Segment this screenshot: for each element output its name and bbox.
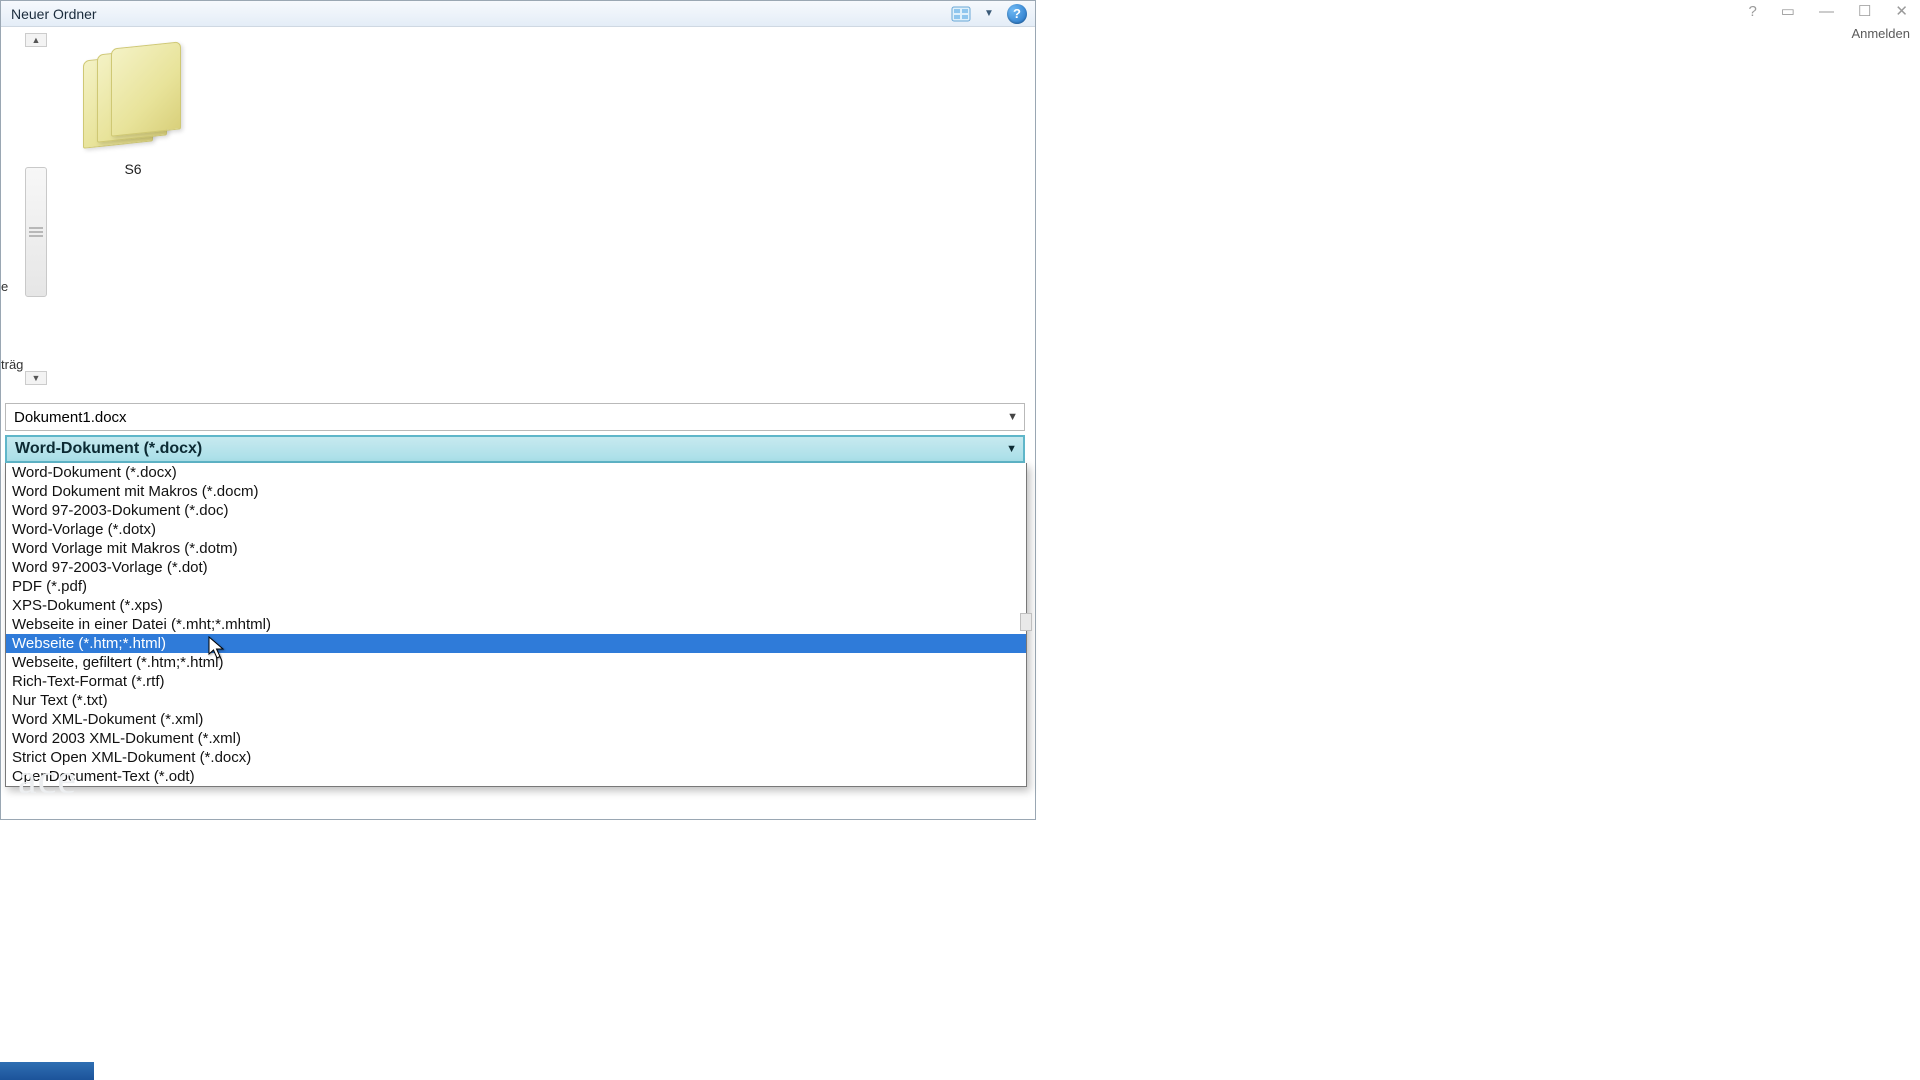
filetype-selected: Word-Dokument (*.docx) xyxy=(15,440,202,458)
chevron-down-icon: ▼ xyxy=(1006,443,1017,455)
chevron-down-icon: ▼ xyxy=(984,8,994,19)
signin-link[interactable]: Anmelden xyxy=(1851,26,1910,41)
folder-label: S6 xyxy=(63,161,203,177)
filetype-option[interactable]: Word 97-2003-Dokument (*.doc) xyxy=(6,501,1026,520)
filetype-option[interactable]: Nur Text (*.txt) xyxy=(6,691,1026,710)
window-title: Neuer Ordner xyxy=(11,6,945,22)
scroll-up-button[interactable]: ▲ xyxy=(25,33,47,47)
filetype-option[interactable]: PDF (*.pdf) xyxy=(6,577,1026,596)
parent-minimize-icon[interactable]: — xyxy=(1819,3,1840,20)
filetype-option[interactable]: Word-Dokument (*.docx) xyxy=(6,463,1026,482)
filetype-option[interactable]: Rich-Text-Format (*.rtf) xyxy=(6,672,1026,691)
parent-maximize-icon[interactable]: ☐ xyxy=(1858,2,1877,20)
file-list-pane[interactable]: ▲ ▼ e träg S6 xyxy=(1,27,1035,397)
truncated-nav-text-2: träg xyxy=(1,357,23,372)
scrollbar-grip-icon xyxy=(29,227,43,241)
parent-help-icon[interactable]: ? xyxy=(1748,3,1762,20)
scroll-down-button[interactable]: ▼ xyxy=(25,371,47,385)
truncated-nav-text: e xyxy=(1,279,8,294)
filetype-dropdown[interactable]: Word-Dokument (*.docx)Word Dokument mit … xyxy=(5,463,1027,787)
change-view-button[interactable] xyxy=(949,4,973,24)
parent-window-controls: ? ▭ — ☐ ✕ xyxy=(1748,2,1914,20)
help-icon: ? xyxy=(1007,4,1027,24)
views-icon xyxy=(951,6,971,22)
filetype-option[interactable]: Word 2003 XML-Dokument (*.xml) xyxy=(6,729,1026,748)
filetype-option[interactable]: Webseite (*.htm;*.html) xyxy=(6,634,1026,653)
filetype-option[interactable]: Strict Open XML-Dokument (*.docx) xyxy=(6,748,1026,767)
filename-value: Dokument1.docx xyxy=(14,409,127,426)
filetype-option[interactable]: Webseite in einer Datei (*.mht;*.mhtml) xyxy=(6,615,1026,634)
folder-icon xyxy=(83,45,183,155)
folder-item[interactable]: S6 xyxy=(63,45,203,177)
filetype-option[interactable]: Word Dokument mit Makros (*.docm) xyxy=(6,482,1026,501)
filetype-combobox[interactable]: Word-Dokument (*.docx) ▼ xyxy=(5,435,1025,463)
filetype-option[interactable]: Word Vorlage mit Makros (*.dotm) xyxy=(6,539,1026,558)
filetype-option[interactable]: Word 97-2003-Vorlage (*.dot) xyxy=(6,558,1026,577)
filetype-option[interactable]: Webseite, gefiltert (*.htm;*.html) xyxy=(6,653,1026,672)
save-as-dialog: Neuer Ordner ▼ ? ▲ ▼ e träg xyxy=(0,0,1036,820)
filetype-option[interactable]: Word-Vorlage (*.dotx) xyxy=(6,520,1026,539)
filetype-option[interactable]: XPS-Dokument (*.xps) xyxy=(6,596,1026,615)
chevron-down-icon: ▼ xyxy=(1007,411,1018,423)
parent-close-icon[interactable]: ✕ xyxy=(1895,2,1914,20)
titlebar: Neuer Ordner ▼ ? xyxy=(1,1,1035,27)
filetype-option[interactable]: OpenDocument-Text (*.odt) xyxy=(6,767,1026,786)
dropdown-scrollbar[interactable] xyxy=(1020,613,1032,631)
filetype-option[interactable]: Word XML-Dokument (*.xml) xyxy=(6,710,1026,729)
taskbar-active-app[interactable] xyxy=(0,1062,94,1080)
change-view-dropdown[interactable]: ▼ xyxy=(977,4,1001,24)
filename-combobox[interactable]: Dokument1.docx ▼ xyxy=(5,403,1025,431)
help-button[interactable]: ? xyxy=(1005,4,1029,24)
parent-ribbon-toggle-icon[interactable]: ▭ xyxy=(1781,2,1801,20)
